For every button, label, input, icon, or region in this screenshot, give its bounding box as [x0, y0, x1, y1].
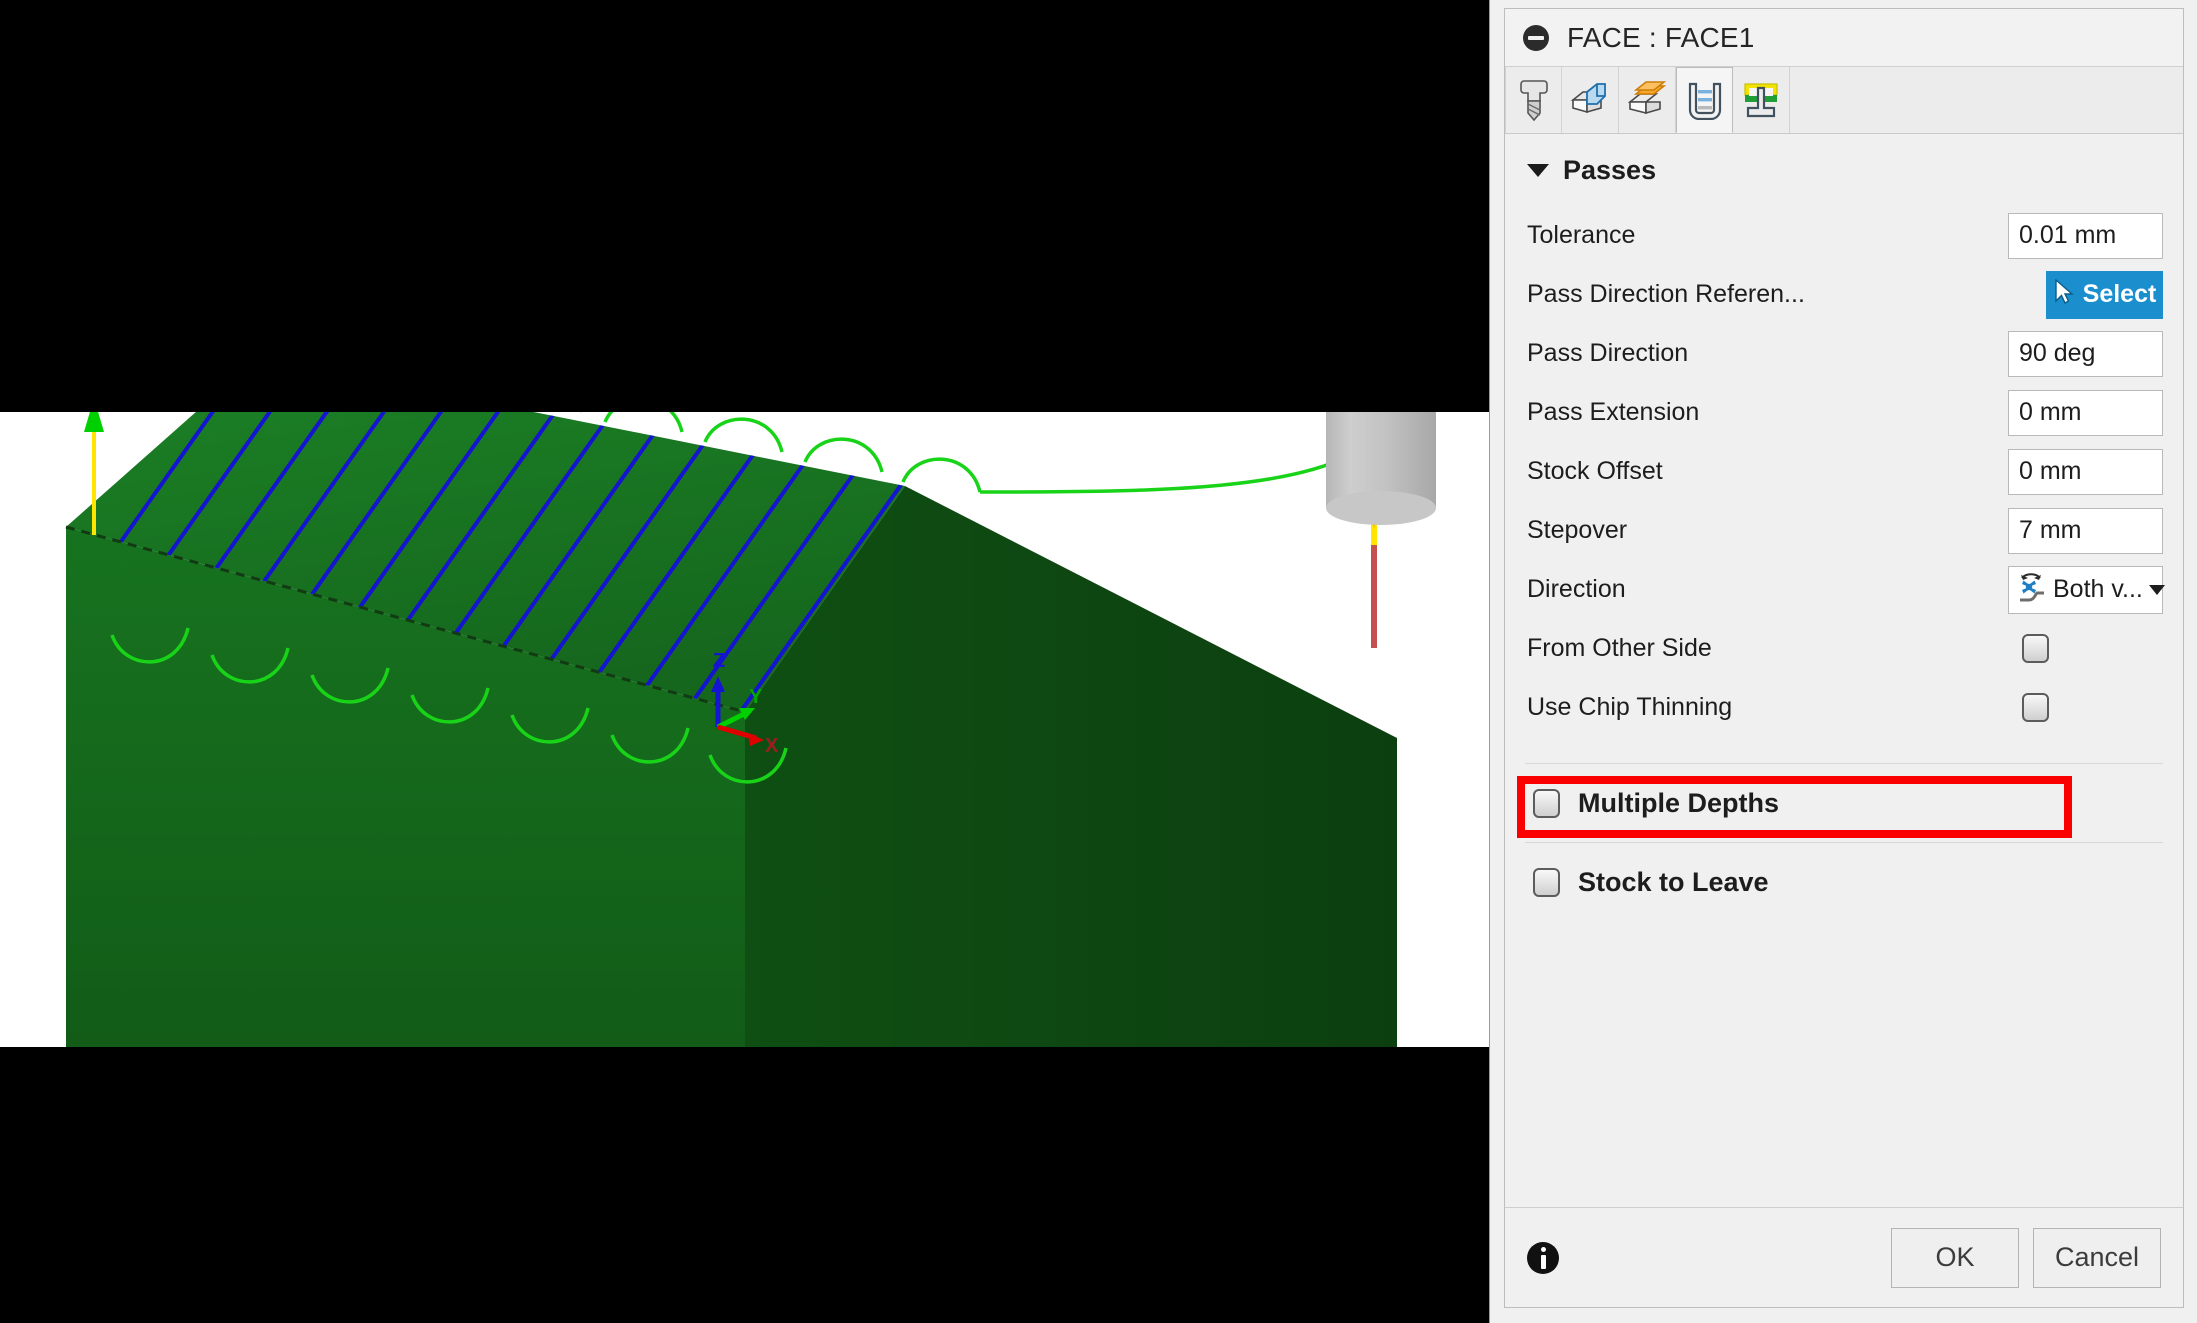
tab-passes[interactable] — [1676, 67, 1733, 133]
passes-section-title: Passes — [1563, 154, 1657, 185]
tab-geometry[interactable] — [1562, 67, 1619, 133]
chevron-down-icon — [2148, 584, 2165, 595]
cam-3d-viewport[interactable]: Z Y X — [0, 0, 1489, 1323]
blue-geometry-box-icon — [1569, 80, 1611, 120]
stepover-input[interactable]: 7 mm — [2008, 507, 2163, 554]
multiple-depths-label: Multiple Depths — [1578, 787, 1779, 818]
row-stepover: Stepover 7 mm — [1505, 501, 2183, 560]
row-use-chip-thinning: Use Chip Thinning — [1505, 678, 2183, 737]
row-multiple-depths[interactable]: Multiple Depths — [1505, 764, 2183, 842]
dialog-tabstrip — [1505, 67, 2183, 134]
tab-heights[interactable] — [1619, 67, 1676, 133]
pass-direction-input[interactable]: 90 deg — [2008, 330, 2163, 377]
cursor-arrow-icon — [2053, 278, 2075, 310]
pass-direction-label: Pass Direction — [1527, 339, 1689, 367]
svg-text:Y: Y — [749, 686, 763, 708]
pass-direction-reference-label: Pass Direction Referen... — [1527, 280, 1805, 308]
tolerance-label: Tolerance — [1527, 221, 1636, 249]
direction-label: Direction — [1527, 575, 1626, 603]
from-other-side-checkbox-wrap[interactable] — [2008, 634, 2163, 663]
linking-t-shape-icon — [1741, 80, 1781, 120]
stock-offset-input[interactable]: 0 mm — [2008, 448, 2163, 495]
orange-heights-box-icon — [1626, 80, 1668, 120]
dialog-title: FACE : FACE1 — [1567, 21, 1755, 53]
svg-text:X: X — [765, 735, 779, 757]
row-tolerance: Tolerance 0.01 mm — [1505, 206, 2183, 265]
stock-offset-label: Stock Offset — [1527, 457, 1663, 485]
viewport-letterbox-top — [0, 0, 1489, 412]
chevron-down-icon — [1527, 163, 1549, 177]
cancel-button[interactable]: Cancel — [2033, 1227, 2161, 1288]
stock-to-leave-checkbox[interactable] — [1533, 867, 1560, 897]
toolpath-link-to-tool — [979, 436, 1376, 494]
tab-tool[interactable] — [1505, 67, 1562, 133]
tolerance-input[interactable]: 0.01 mm — [2008, 212, 2163, 259]
minus-circle-icon[interactable] — [1523, 24, 1549, 51]
row-pass-direction-reference: Pass Direction Referen... Select — [1505, 265, 2183, 324]
info-icon[interactable] — [1527, 1241, 1559, 1274]
end-mill-tool-icon — [1517, 78, 1551, 122]
from-other-side-label: From Other Side — [1527, 634, 1712, 662]
ok-button[interactable]: OK — [1891, 1227, 2019, 1288]
dialog-footer: OK Cancel — [1505, 1207, 2183, 1307]
row-stock-offset: Stock Offset 0 mm — [1505, 442, 2183, 501]
both-ways-cutter-icon — [2017, 571, 2047, 608]
pass-extension-label: Pass Extension — [1527, 398, 1700, 426]
row-direction: Direction Both v... — [1505, 560, 2183, 619]
direction-value: Both v... — [2053, 575, 2143, 603]
viewport-letterbox-bottom — [0, 1047, 1489, 1323]
row-from-other-side: From Other Side — [1505, 619, 2183, 678]
passes-u-channel-icon — [1685, 80, 1725, 120]
pass-extension-input[interactable]: 0 mm — [2008, 389, 2163, 436]
row-pass-direction: Pass Direction 90 deg — [1505, 324, 2183, 383]
svg-text:Z: Z — [713, 650, 725, 672]
stepover-label: Stepover — [1527, 516, 1628, 544]
face-operation-dialog: FACE : FACE1 Passes Tolerance 0.01 mm Pa… — [1489, 0, 2197, 1323]
use-chip-thinning-checkbox[interactable] — [2022, 693, 2049, 722]
tab-linking[interactable] — [1733, 67, 1790, 133]
pass-direction-reference-select-label: Select — [2082, 280, 2157, 308]
use-chip-thinning-checkbox-wrap[interactable] — [2008, 693, 2163, 722]
row-pass-extension: Pass Extension 0 mm — [1505, 383, 2183, 442]
direction-dropdown[interactable]: Both v... — [2008, 565, 2165, 614]
pass-direction-reference-select-button[interactable]: Select — [2046, 270, 2163, 319]
from-other-side-checkbox[interactable] — [2022, 634, 2049, 663]
use-chip-thinning-label: Use Chip Thinning — [1527, 693, 1733, 721]
passes-section-header[interactable]: Passes — [1505, 134, 2183, 206]
stock-to-leave-label: Stock to Leave — [1578, 866, 1769, 897]
dialog-titlebar: FACE : FACE1 — [1505, 9, 2183, 67]
multiple-depths-checkbox[interactable] — [1533, 788, 1560, 818]
row-stock-to-leave[interactable]: Stock to Leave — [1505, 843, 2183, 921]
